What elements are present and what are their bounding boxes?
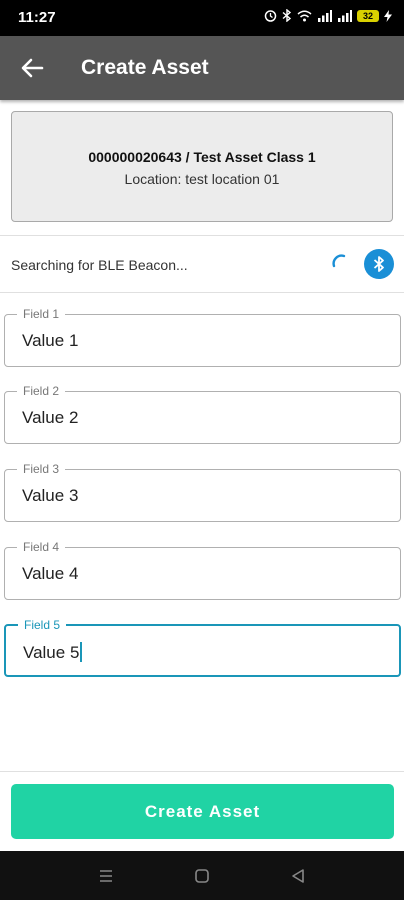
signal-icon xyxy=(338,9,352,22)
app-bar: Create Asset xyxy=(0,36,404,100)
field-4-input[interactable]: Field 4 Value 4 xyxy=(4,540,401,600)
field-1-input[interactable]: Field 1 Value 1 xyxy=(4,307,401,367)
divider xyxy=(0,235,404,236)
battery-icon: 32 xyxy=(357,9,379,22)
back-icon[interactable] xyxy=(287,865,309,887)
field-5-value: Value 5 xyxy=(23,642,83,663)
status-bar: 11:27 32 xyxy=(0,0,404,36)
bluetooth-icon xyxy=(282,9,292,22)
alarm-icon xyxy=(264,10,277,22)
divider xyxy=(0,292,404,293)
system-nav-bar xyxy=(0,851,404,900)
field-1-value: Value 1 xyxy=(22,331,79,350)
field-3-input[interactable]: Field 3 Value 3 xyxy=(4,462,401,522)
divider xyxy=(0,771,404,772)
page-title: Create Asset xyxy=(81,56,209,79)
field-2-value: Value 2 xyxy=(22,408,79,427)
bluetooth-button[interactable] xyxy=(364,249,394,279)
status-icons: 32 xyxy=(264,9,392,22)
field-3-label: Field 3 xyxy=(17,462,66,476)
field-4-label: Field 4 xyxy=(17,540,66,554)
ble-status-text: Searching for BLE Beacon... xyxy=(11,257,188,273)
ble-status-row: Searching for BLE Beacon... xyxy=(0,238,404,292)
asset-location: Location: test location 01 xyxy=(124,171,280,187)
loading-spinner-icon xyxy=(332,254,346,268)
charging-icon xyxy=(384,9,392,22)
field-5-input[interactable]: Field 5 Value 5 xyxy=(4,618,401,677)
field-2-label: Field 2 xyxy=(17,384,66,398)
asset-name: 000000020643 / Test Asset Class 1 xyxy=(88,149,316,165)
field-5-label: Field 5 xyxy=(18,618,67,632)
create-asset-button[interactable]: Create Asset xyxy=(11,784,394,839)
home-icon[interactable] xyxy=(191,865,213,887)
status-time: 11:27 xyxy=(18,9,56,26)
back-arrow-icon[interactable] xyxy=(18,54,46,82)
field-3-value: Value 3 xyxy=(22,486,79,505)
text-cursor xyxy=(80,642,83,662)
signal-icon xyxy=(318,9,332,22)
field-5-value-text: Value 5 xyxy=(23,643,80,662)
field-1-label: Field 1 xyxy=(17,307,66,321)
field-2-input[interactable]: Field 2 Value 2 xyxy=(4,384,401,444)
field-4-value: Value 4 xyxy=(22,564,79,583)
wifi-icon xyxy=(297,10,312,21)
menu-icon[interactable] xyxy=(95,865,117,887)
asset-summary-card: 000000020643 / Test Asset Class 1 Locati… xyxy=(11,111,393,222)
bluetooth-icon xyxy=(373,256,384,272)
